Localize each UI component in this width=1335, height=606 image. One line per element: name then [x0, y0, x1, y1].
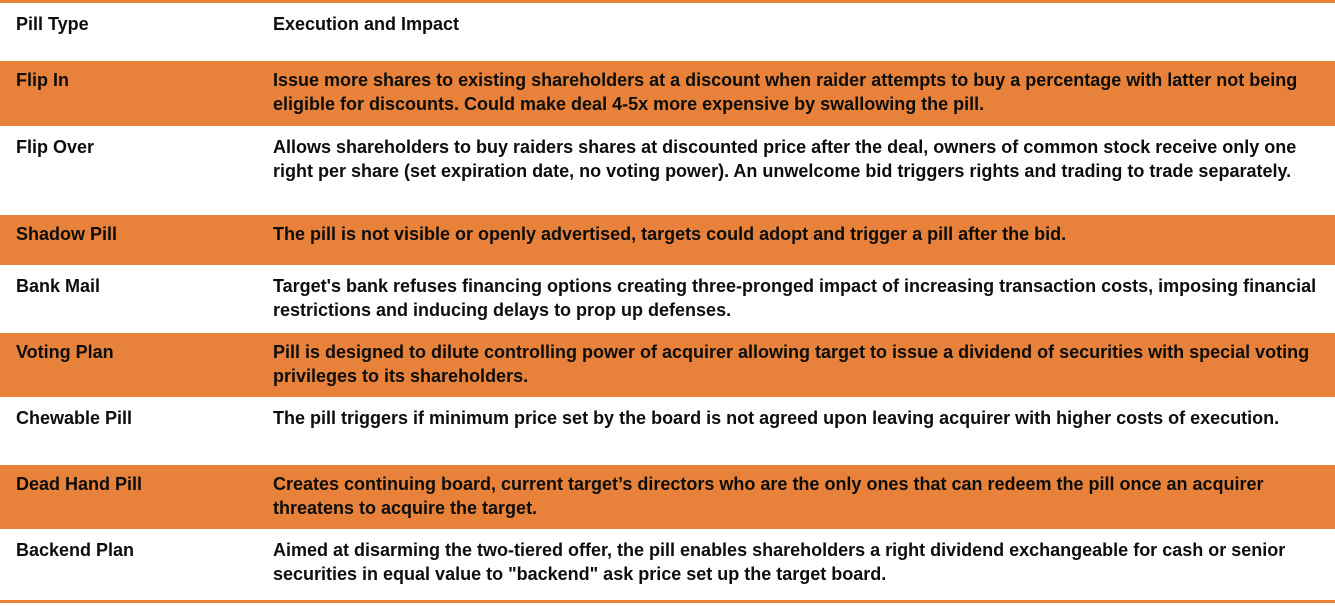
impact-cell: Target's bank refuses financing options …: [273, 276, 1317, 320]
header-pill-type: Pill Type: [16, 14, 89, 34]
table-row: Dead Hand Pill Creates continuing board,…: [0, 465, 1335, 529]
impact-cell: Creates continuing board, current target…: [273, 474, 1264, 518]
table-row: Voting Plan Pill is designed to dilute c…: [0, 333, 1335, 397]
impact-cell: Allows shareholders to buy raiders share…: [273, 137, 1297, 181]
poison-pill-table: Pill Type Execution and Impact Flip In I…: [0, 0, 1335, 603]
pill-type-cell: Flip In: [16, 70, 69, 90]
pill-type-cell: Voting Plan: [16, 342, 114, 362]
pill-type-cell: Backend Plan: [16, 540, 135, 560]
impact-cell: The pill triggers if minimum price set b…: [273, 408, 1280, 428]
table-row: Chewable Pill The pill triggers if minim…: [0, 399, 1335, 463]
pill-type-cell: Chewable Pill: [16, 408, 133, 428]
pill-type-cell: Bank Mail: [16, 276, 101, 296]
table-row: Flip In Issue more shares to existing sh…: [0, 61, 1335, 126]
table-row: Flip Over Allows shareholders to buy rai…: [0, 128, 1335, 213]
table-row: Bank Mail Target's bank refuses financin…: [0, 267, 1335, 331]
header-execution-impact: Execution and Impact: [273, 14, 460, 34]
impact-cell: Issue more shares to existing shareholde…: [273, 70, 1298, 114]
table-row: Shadow Pill The pill is not visible or o…: [0, 215, 1335, 265]
table-header: Pill Type Execution and Impact: [0, 3, 1335, 61]
impact-cell: Pill is designed to dilute controlling p…: [273, 342, 1310, 386]
impact-cell: The pill is not visible or openly advert…: [273, 224, 1067, 244]
table-row: Backend Plan Aimed at disarming the two-…: [0, 531, 1335, 592]
pill-type-cell: Dead Hand Pill: [16, 474, 143, 494]
impact-cell: Aimed at disarming the two-tiered offer,…: [273, 540, 1286, 584]
pill-type-cell: Flip Over: [16, 137, 95, 157]
pill-type-cell: Shadow Pill: [16, 224, 118, 244]
